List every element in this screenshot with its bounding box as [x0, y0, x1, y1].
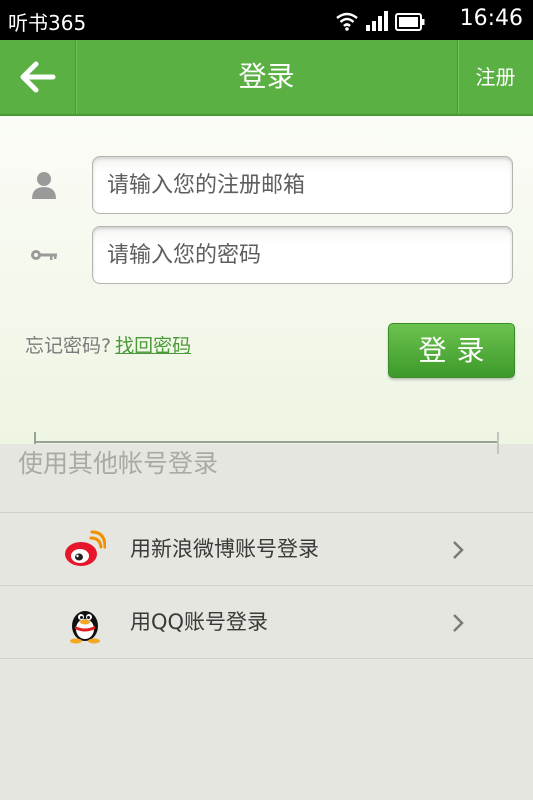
battery-icon: [395, 13, 425, 31]
page-title: 登录: [238, 60, 295, 93]
recover-password-link[interactable]: 找回密码: [115, 335, 191, 357]
status-app-name: 听书365: [8, 11, 87, 35]
chevron-right-icon: [453, 541, 464, 559]
user-icon: [28, 170, 60, 200]
password-row: [0, 226, 533, 284]
signal-icon: [366, 11, 388, 31]
header-bar: 登录 注册: [0, 40, 533, 116]
weibo-icon: [65, 530, 106, 566]
status-time: 16:46: [459, 6, 523, 31]
forgot-password-label: 忘记密码?: [25, 335, 112, 357]
section-divider: [34, 441, 499, 443]
login-button[interactable]: 登录: [388, 323, 515, 378]
chevron-right-icon: [453, 614, 464, 632]
third-party-login-list: 用新浪微博账号登录 用QQ账号登录: [0, 512, 533, 659]
register-button[interactable]: 注册: [457, 40, 533, 114]
weibo-login-label: 用新浪微博账号登录: [130, 537, 319, 561]
status-bar: 听书365 16:46: [0, 0, 533, 40]
back-arrow-icon: [20, 61, 55, 93]
email-row: [0, 156, 533, 214]
status-icons: [335, 9, 425, 31]
qq-login-item[interactable]: 用QQ账号登录: [0, 586, 533, 659]
divider-tick-right: [497, 432, 499, 454]
forgot-password-row: 忘记密码? 找回密码: [25, 331, 191, 358]
qq-penguin-icon: [70, 611, 100, 644]
login-form: 忘记密码?找回密码 登录: [0, 116, 533, 444]
key-icon: [28, 240, 60, 270]
other-login-title: 使用其他帐号登录: [18, 449, 219, 478]
email-field[interactable]: [92, 156, 513, 214]
password-field[interactable]: [92, 226, 513, 284]
wifi-icon: [336, 12, 358, 31]
qq-login-label: 用QQ账号登录: [130, 610, 269, 634]
back-button[interactable]: [0, 40, 76, 114]
weibo-login-item[interactable]: 用新浪微博账号登录: [0, 513, 533, 586]
